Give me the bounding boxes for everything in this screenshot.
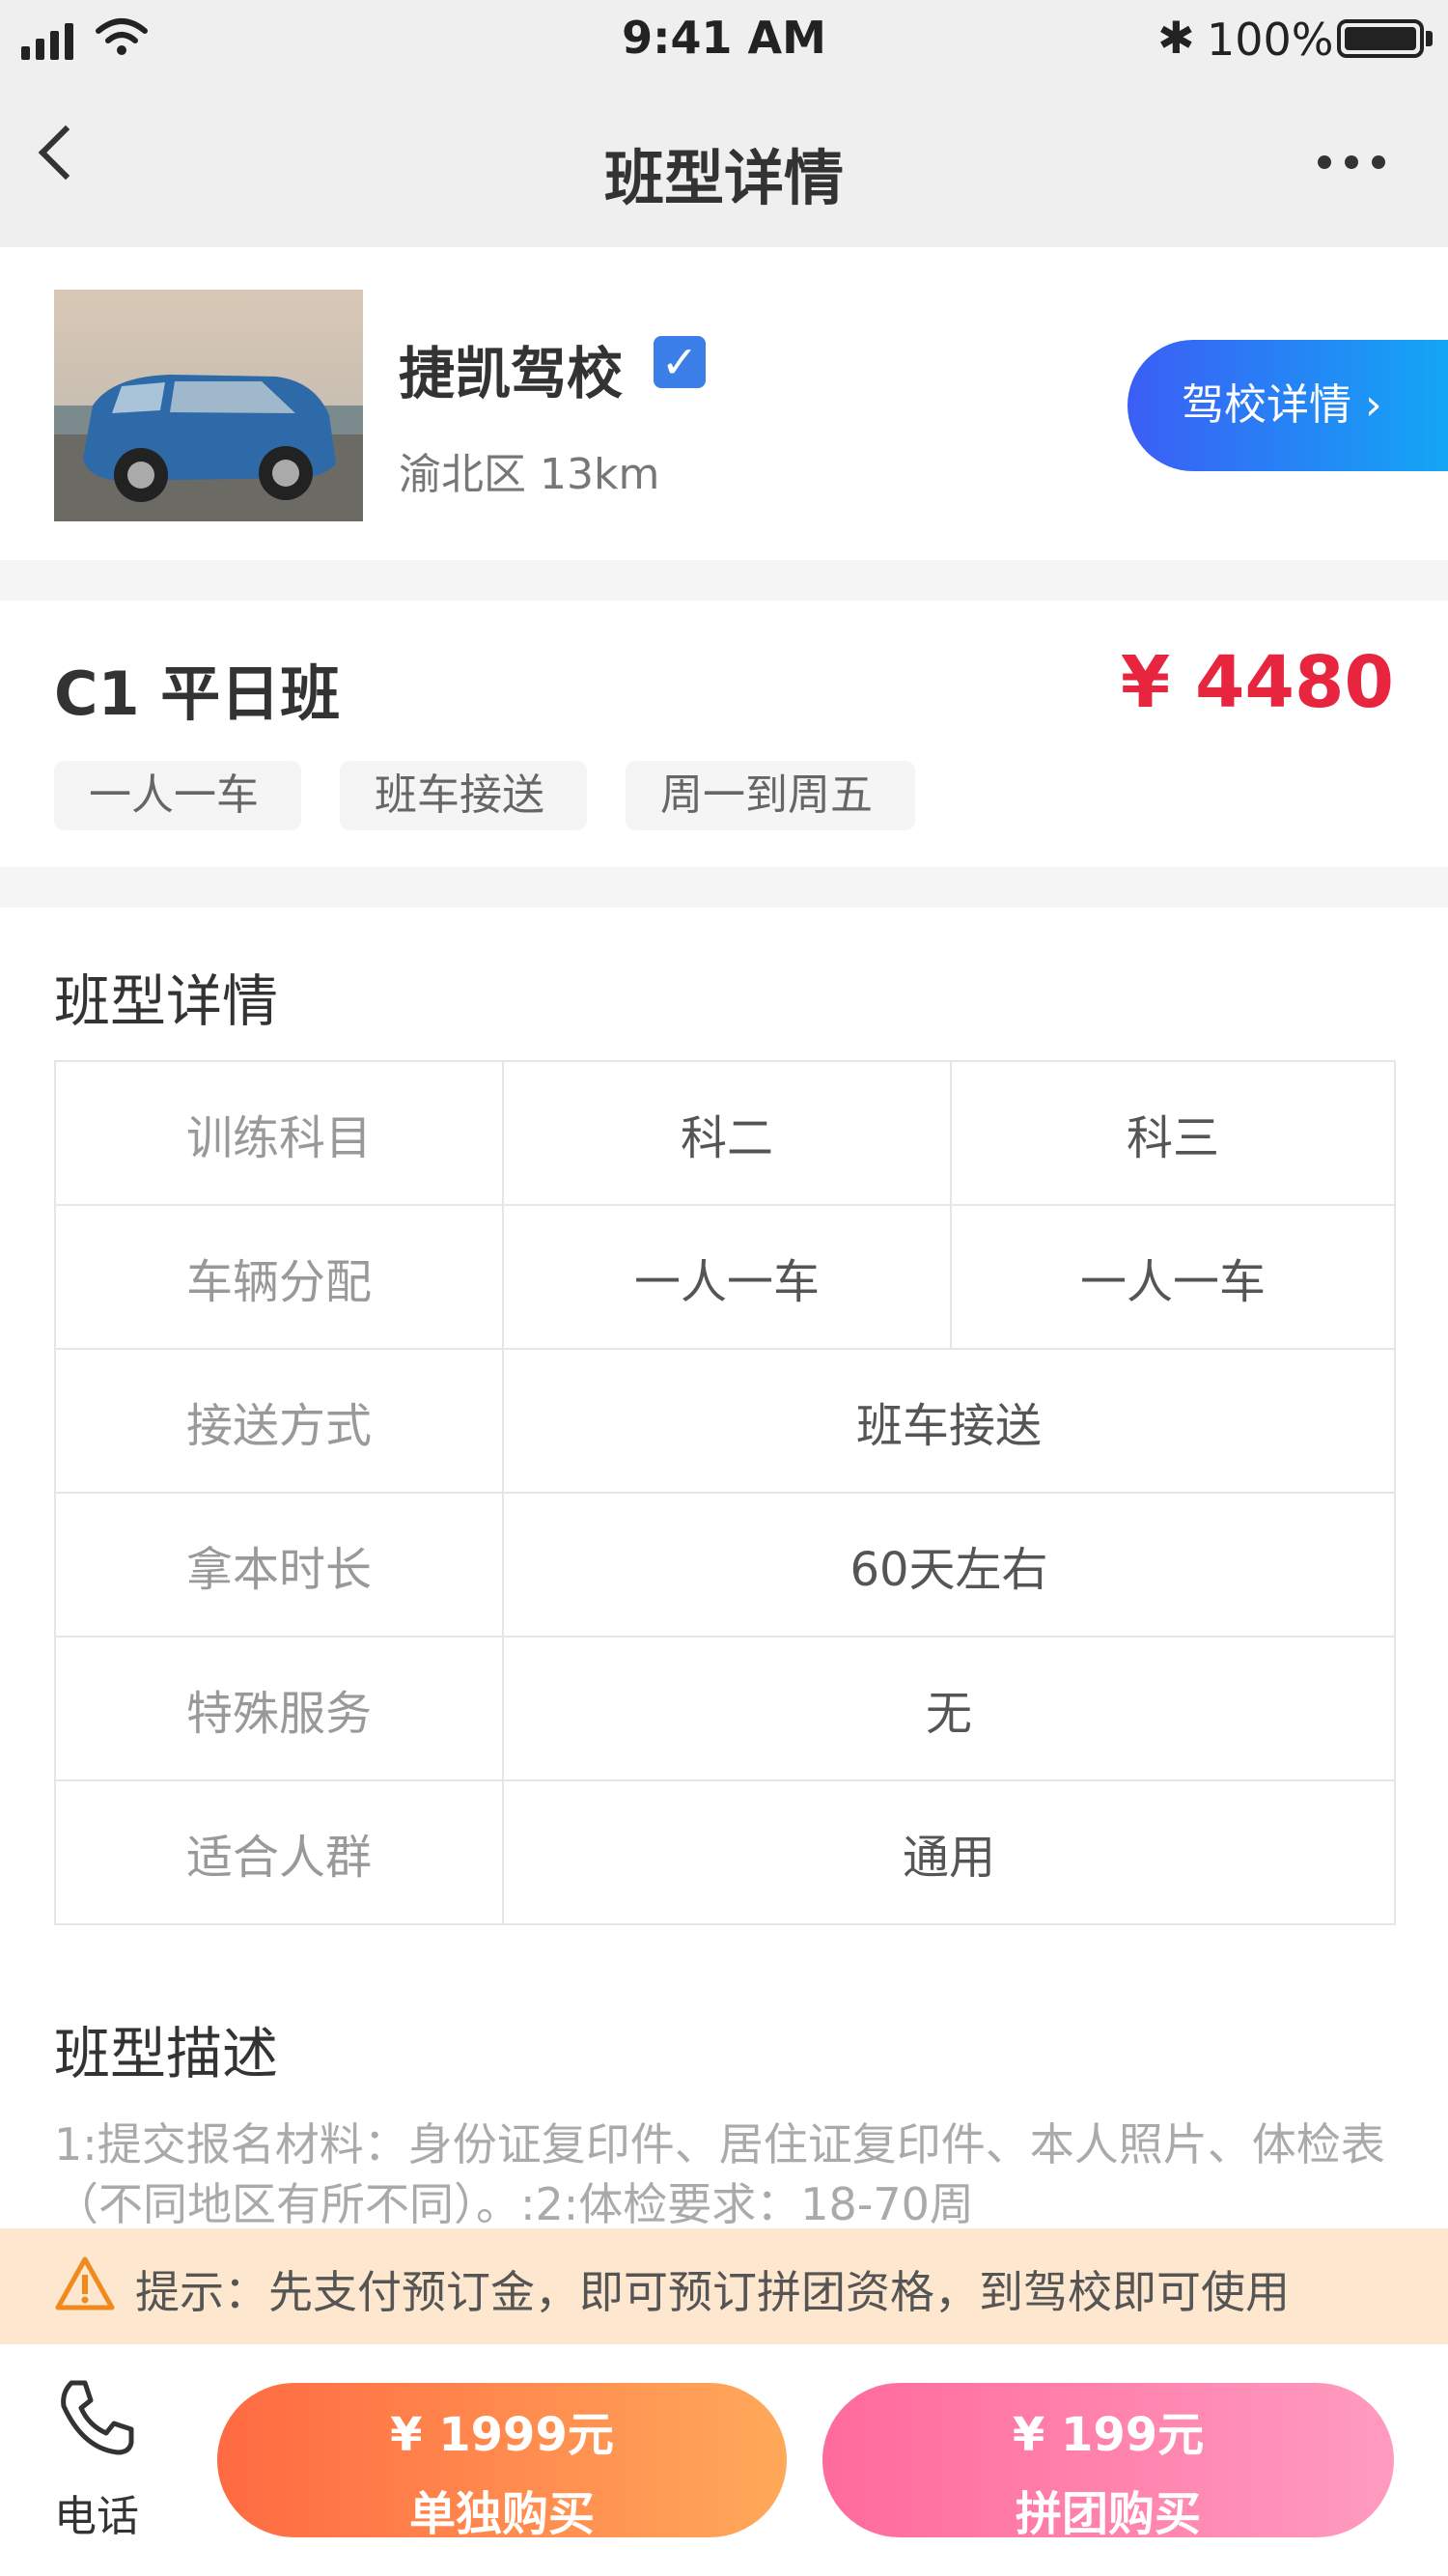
class-tag: 班车接送 xyxy=(340,761,587,830)
table-row: 接送方式 班车接送 xyxy=(54,1348,1396,1494)
school-image[interactable] xyxy=(54,290,363,521)
battery-percent: 100% xyxy=(1207,14,1334,66)
row-value: 一人一车 xyxy=(950,1204,1396,1350)
row-value: 班车接送 xyxy=(502,1348,1396,1494)
solo-price: ¥ 1999元 xyxy=(390,2408,614,2462)
tip-text: 提示：先支付预订金，即可预订拼团资格，到驾校即可使用 xyxy=(135,2266,1290,2318)
details-section-title: 班型详情 xyxy=(54,968,279,1034)
battery-icon xyxy=(1337,19,1424,58)
row-label: 训练科目 xyxy=(54,1060,504,1206)
row-label: 适合人群 xyxy=(54,1779,504,1925)
school-detail-button[interactable]: 驾校详情 › xyxy=(1128,340,1448,471)
table-row: 拿本时长 60天左右 xyxy=(54,1492,1396,1638)
group-price: ¥ 199元 xyxy=(1012,2408,1205,2462)
class-title: C1 平日班 xyxy=(54,658,341,729)
buy-solo-button[interactable]: ¥ 1999元 单独购买 xyxy=(217,2383,787,2541)
divider xyxy=(0,560,1448,601)
row-label: 车辆分配 xyxy=(54,1204,504,1350)
battery-cap xyxy=(1426,31,1433,46)
class-tag: 周一到周五 xyxy=(626,761,915,830)
table-row: 特殊服务 无 xyxy=(54,1636,1396,1781)
class-tag: 一人一车 xyxy=(54,761,301,830)
school-name: 捷凯驾校 xyxy=(399,341,624,406)
row-value: 科三 xyxy=(950,1060,1396,1206)
row-value: 科二 xyxy=(502,1060,952,1206)
warning-icon xyxy=(54,2255,116,2315)
details-table: 训练科目 科二 科三 车辆分配 一人一车 一人一车 接送方式 班车接送 拿本时长… xyxy=(54,1060,1396,1925)
description-text: 1:提交报名材料：身份证复印件、居住证复印件、本人照片、体检表（不同地区有所不同… xyxy=(54,2118,1385,2230)
table-row: 训练科目 科二 科三 xyxy=(54,1060,1396,1206)
school-location: 渝北区 13km xyxy=(399,450,660,499)
bluetooth-icon: ✱ xyxy=(1157,12,1195,64)
row-value: 通用 xyxy=(502,1779,1396,1925)
group-label: 拼团购买 xyxy=(1015,2487,1201,2541)
more-icon[interactable] xyxy=(1318,154,1399,173)
row-label: 拿本时长 xyxy=(54,1492,504,1638)
divider xyxy=(0,867,1448,908)
table-row: 适合人群 通用 xyxy=(54,1779,1396,1925)
row-label: 接送方式 xyxy=(54,1348,504,1494)
row-value: 一人一车 xyxy=(502,1204,952,1350)
buy-group-button[interactable]: ¥ 199元 拼团购买 xyxy=(822,2383,1394,2541)
row-value: 无 xyxy=(502,1636,1396,1781)
verified-icon: ✓ xyxy=(654,336,706,388)
phone-label[interactable]: 电话 xyxy=(54,2481,139,2543)
class-price: ¥ 4480 xyxy=(1120,641,1394,724)
solo-label: 单独购买 xyxy=(408,2487,595,2541)
row-label: 特殊服务 xyxy=(54,1636,504,1781)
page-title: 班型详情 xyxy=(603,143,844,213)
description-section-title: 班型描述 xyxy=(54,2021,279,2086)
row-value: 60天左右 xyxy=(502,1492,1396,1638)
table-row: 车辆分配 一人一车 一人一车 xyxy=(54,1204,1396,1350)
phone-icon[interactable] xyxy=(54,2375,139,2464)
